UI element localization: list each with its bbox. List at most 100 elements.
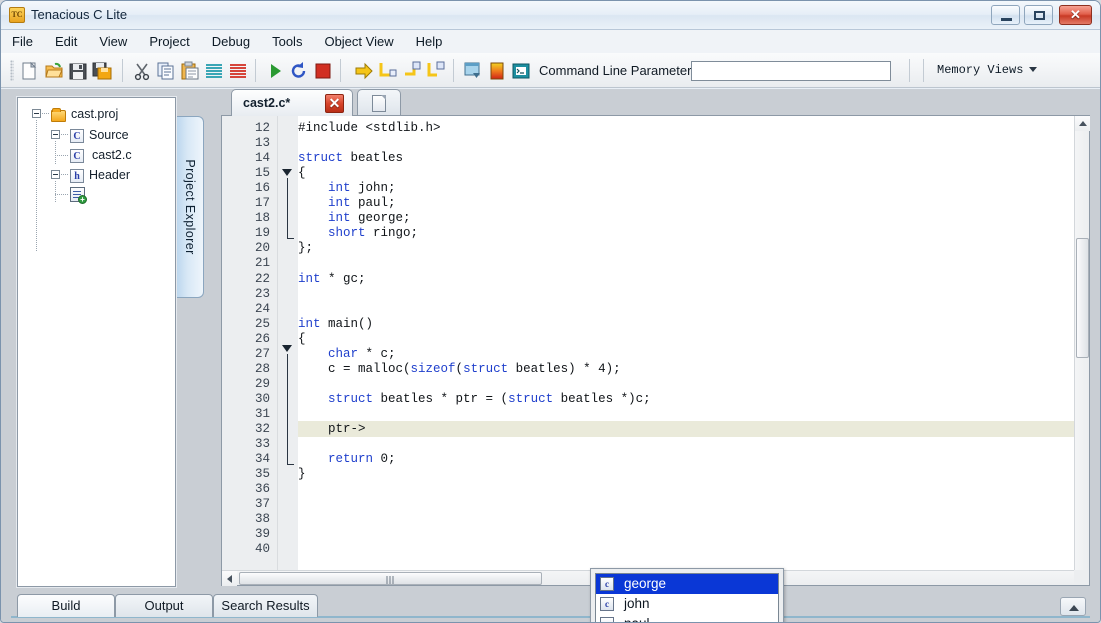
code-line: int george; xyxy=(328,211,411,226)
tree-item-header[interactable]: Header xyxy=(89,168,130,182)
toolbar-grip[interactable] xyxy=(10,60,14,81)
window-title: Tenacious C Lite xyxy=(31,7,128,22)
scroll-left-button[interactable] xyxy=(222,571,237,586)
editor-frame: 12 13 14 15 16 17 18 19 20 21 22 23 24 25 26 27 28 29 30 31… xyxy=(221,115,1090,622)
step-over-icon[interactable] xyxy=(354,61,374,81)
open-folder-icon[interactable] xyxy=(44,61,64,81)
bottom-tab-build[interactable]: Build xyxy=(17,594,115,617)
vertical-scroll-thumb[interactable] xyxy=(1076,238,1089,358)
stop-icon[interactable] xyxy=(313,61,333,81)
code-line: } xyxy=(298,467,306,482)
toolbar-separator xyxy=(122,59,123,82)
c-member-icon: c xyxy=(600,577,614,591)
autocomplete-item[interactable]: c john xyxy=(596,594,778,614)
cut-icon[interactable] xyxy=(132,61,152,81)
step-return-icon[interactable] xyxy=(426,61,446,81)
scroll-grip-icon xyxy=(386,576,395,584)
step-out-icon[interactable] xyxy=(402,61,422,81)
uncomment-icon[interactable] xyxy=(228,61,248,81)
tree-connector xyxy=(55,155,69,156)
code-line: struct beatles * ptr = (struct beatles *… xyxy=(328,391,651,406)
paste-icon[interactable] xyxy=(180,61,200,81)
autocomplete-item-label: paul xyxy=(624,616,650,622)
tree-connector xyxy=(55,194,69,195)
minimize-icon xyxy=(1001,18,1012,21)
autocomplete-item[interactable]: c george xyxy=(596,574,778,594)
comment-icon[interactable] xyxy=(204,61,224,81)
project-explorer-tab[interactable]: Project Explorer xyxy=(177,116,204,298)
project-explorer-panel: cast.proj C Source C cast2.c h Header + xyxy=(17,97,176,587)
memory-views-label: Memory Views xyxy=(937,63,1024,77)
code-line: struct beatles xyxy=(298,151,404,166)
vertical-scrollbar[interactable] xyxy=(1074,116,1090,570)
menu-item-tools[interactable]: Tools xyxy=(261,30,313,53)
autocomplete-item-label: john xyxy=(624,596,650,611)
tree-item-cast-proj[interactable]: cast.proj xyxy=(71,107,118,121)
project-explorer-tab-label: Project Explorer xyxy=(183,159,197,255)
memory-gradient-icon[interactable] xyxy=(487,61,507,81)
autocomplete-list[interactable]: cgeorgecjohncpaulcringo xyxy=(595,573,779,622)
copy-icon[interactable] xyxy=(156,61,176,81)
c-file-icon: C xyxy=(70,149,84,163)
editor-tab-label: cast2.c* xyxy=(243,96,291,110)
document-icon xyxy=(372,95,386,112)
menu-item-help[interactable]: Help xyxy=(405,30,454,53)
tree-item-cast2-c[interactable]: cast2.c xyxy=(92,148,132,162)
new-file-icon[interactable] xyxy=(20,61,40,81)
fold-bar-struct xyxy=(287,178,288,238)
c-member-icon: c xyxy=(600,617,614,622)
menu-item-object-view[interactable]: Object View xyxy=(313,30,404,53)
code-area[interactable]: #include <stdlib.h> struct beatles{ int j… xyxy=(222,116,1074,570)
tree-connector xyxy=(61,174,69,175)
new-file-icon[interactable]: + xyxy=(70,187,87,204)
bottom-tab-search-results[interactable]: Search Results xyxy=(213,594,318,617)
code-line: #include <stdlib.h> xyxy=(298,121,441,135)
console-icon[interactable] xyxy=(511,61,531,81)
maximize-button[interactable] xyxy=(1024,5,1053,25)
autocomplete-item-label: george xyxy=(624,576,667,591)
code-line: short ringo; xyxy=(328,226,419,241)
step-into-icon[interactable] xyxy=(378,61,398,81)
tree-expander-source[interactable] xyxy=(51,130,60,139)
menu-item-file[interactable]: File xyxy=(1,30,44,53)
save-all-icon[interactable] xyxy=(92,61,112,81)
run-icon[interactable] xyxy=(265,61,285,81)
editor-tab-new[interactable] xyxy=(357,89,401,116)
menu-item-edit[interactable]: Edit xyxy=(44,30,88,53)
debug-window-icon[interactable] xyxy=(463,61,483,81)
c-file-icon: C xyxy=(70,129,84,143)
tree-expander-cast-proj[interactable] xyxy=(32,109,41,118)
h-file-icon: h xyxy=(70,169,84,183)
close-icon[interactable]: ✕ xyxy=(325,94,344,113)
tree-connector-vert xyxy=(36,120,37,252)
fold-triangle-struct[interactable] xyxy=(282,169,292,176)
tree-item-source[interactable]: Source xyxy=(89,128,129,142)
save-icon[interactable] xyxy=(68,61,88,81)
maximize-icon xyxy=(1034,11,1045,20)
tree-connector xyxy=(61,134,69,135)
minimize-button[interactable] xyxy=(991,5,1020,25)
restart-icon[interactable] xyxy=(289,61,309,81)
bottom-tab-output[interactable]: Output xyxy=(115,594,213,617)
memory-views-dropdown[interactable]: Memory Views xyxy=(937,63,1038,77)
command-line-input[interactable] xyxy=(691,61,891,81)
menu-item-view[interactable]: View xyxy=(88,30,138,53)
fold-triangle-main[interactable] xyxy=(282,345,292,352)
horizontal-scroll-thumb[interactable] xyxy=(239,572,542,585)
code-line: int * gc; xyxy=(298,271,366,286)
scrollbar-corner xyxy=(1074,570,1089,585)
editor-zone: cast2.c* ✕ 12 13 14 15 16 17 18 19 20 21 22 23 24 25 2… xyxy=(221,89,1090,622)
menu-item-debug[interactable]: Debug xyxy=(201,30,261,53)
code-line: { xyxy=(298,331,306,346)
command-line-label: Command Line Parameters: xyxy=(539,63,702,78)
toolbar-separator-2 xyxy=(255,59,256,82)
autocomplete-item[interactable]: c paul xyxy=(596,614,778,622)
chevron-left-icon xyxy=(227,575,232,583)
current-line-highlight xyxy=(298,421,1074,437)
menu-item-project[interactable]: Project xyxy=(138,30,200,53)
scroll-up-button[interactable] xyxy=(1075,116,1090,131)
collapse-panel-button[interactable] xyxy=(1060,597,1086,616)
tree-expander-header[interactable] xyxy=(51,170,60,179)
close-button[interactable]: ✕ xyxy=(1059,5,1092,25)
editor-tab-cast2-c[interactable]: cast2.c* ✕ xyxy=(231,89,353,116)
